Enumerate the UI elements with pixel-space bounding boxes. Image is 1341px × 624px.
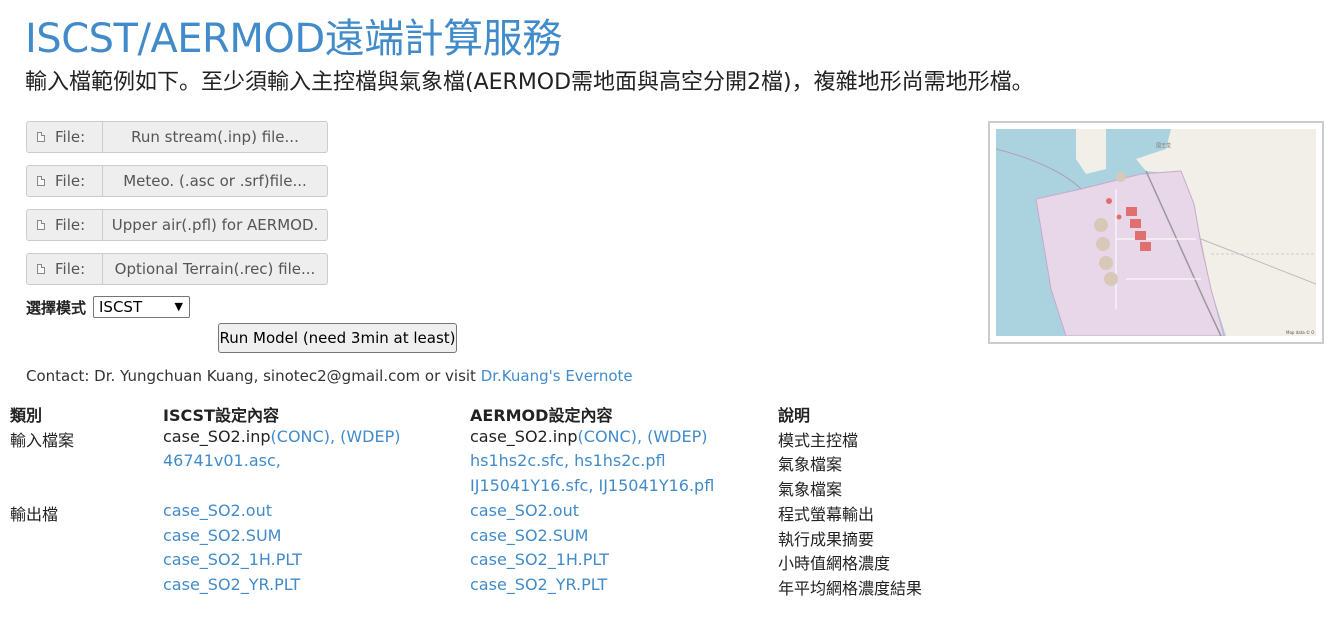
file-name: case_SO2.inp [470, 427, 578, 446]
file-prefix-label: File: [55, 260, 86, 278]
file-input-upper-air[interactable]: File: Upper air(.pfl) for AERMOD. [26, 209, 328, 241]
file-link[interactable]: 46741v01.asc, [163, 451, 281, 470]
row-desc: 模式主控檔 [778, 431, 859, 450]
file-link[interactable]: case_SO2_1H.PLT [163, 550, 302, 569]
file-icon [37, 176, 45, 186]
contact-line: Contact: Dr. Yungchuan Kuang, sinotec2@g… [26, 367, 633, 385]
file-placeholder[interactable]: Run stream(.inp) file... [103, 122, 327, 152]
file-prefix: File: [27, 166, 103, 196]
map-canvas[interactable]: 國王堂 Map data © O [996, 129, 1316, 336]
table-cell-iscst: case_SO2.inp(CONC), (WDEP) [163, 427, 401, 446]
file-prefix: File: [27, 122, 103, 152]
file-prefix: File: [27, 210, 103, 240]
file-placeholder[interactable]: Meteo. (.asc or .srf)file... [103, 166, 327, 196]
file-link[interactable]: case_SO2_1H.PLT [470, 550, 609, 569]
mode-selected-value: ISCST [99, 298, 143, 316]
mode-select[interactable]: ISCST ▼ [93, 296, 190, 318]
file-prefix-label: File: [55, 128, 86, 146]
mode-label: 選擇模式 [26, 299, 87, 317]
file-link[interactable]: case_SO2.SUM [470, 526, 588, 545]
row-category: 輸出檔 [10, 505, 59, 524]
file-prefix: File: [27, 254, 103, 284]
file-link[interactable]: hs1hs2c.sfc, hs1hs2c.pfl [470, 451, 666, 470]
file-link[interactable]: case_SO2.out [470, 501, 579, 520]
file-input-run-stream[interactable]: File: Run stream(.inp) file... [26, 121, 328, 153]
location-map: 國王堂 Map data © O [988, 121, 1324, 344]
file-placeholder[interactable]: Optional Terrain(.rec) file... [103, 254, 327, 284]
header-aermod: AERMOD設定內容 [470, 406, 613, 425]
table-cell-aermod: case_SO2.inp(CONC), (WDEP) [470, 427, 708, 446]
file-icon [37, 132, 45, 142]
file-prefix-label: File: [55, 216, 86, 234]
svg-text:Map data © O: Map data © O [1286, 330, 1314, 335]
svg-text:國王堂: 國王堂 [1156, 142, 1171, 149]
file-link[interactable]: (CONC), (WDEP) [578, 427, 708, 446]
file-link[interactable]: case_SO2_YR.PLT [470, 575, 607, 594]
file-link[interactable]: case_SO2_YR.PLT [163, 575, 300, 594]
row-desc: 小時值網格濃度 [778, 554, 891, 573]
row-category: 輸入檔案 [10, 431, 75, 450]
file-icon [37, 264, 45, 274]
evernote-link[interactable]: Dr.Kuang's Evernote [481, 367, 633, 385]
file-input-terrain[interactable]: File: Optional Terrain(.rec) file... [26, 253, 328, 285]
page-subtitle: 輸入檔範例如下。至少須輸入主控檔與氣象檔(AERMOD需地面與高空分開2檔)，複… [25, 70, 1034, 95]
file-placeholder[interactable]: Upper air(.pfl) for AERMOD. [103, 210, 327, 240]
row-desc: 執行成果摘要 [778, 530, 875, 549]
row-desc: 氣象檔案 [778, 455, 843, 474]
file-icon [37, 220, 45, 230]
header-category: 類別 [10, 406, 43, 425]
chevron-down-icon: ▼ [174, 300, 183, 313]
file-link[interactable]: (CONC), (WDEP) [271, 427, 401, 446]
file-input-meteo[interactable]: File: Meteo. (.asc or .srf)file... [26, 165, 328, 197]
header-desc: 說明 [778, 406, 811, 425]
file-link[interactable]: IJ15041Y16.sfc, IJ15041Y16.pfl [470, 476, 714, 495]
file-prefix-label: File: [55, 172, 86, 190]
file-link[interactable]: case_SO2.out [163, 501, 272, 520]
row-desc: 程式螢幕輸出 [778, 505, 875, 524]
map-graphic: 國王堂 Map data © O [996, 129, 1316, 336]
row-desc: 年平均網格濃度結果 [778, 579, 923, 598]
contact-text: Contact: Dr. Yungchuan Kuang, sinotec2@g… [26, 367, 481, 385]
file-name: case_SO2.inp [163, 427, 271, 446]
file-link[interactable]: case_SO2.SUM [163, 526, 281, 545]
header-iscst: ISCST設定內容 [163, 406, 279, 425]
page-title: ISCST/AERMOD遠端計算服務 [25, 16, 562, 62]
run-model-button[interactable]: Run Model (need 3min at least) [218, 323, 457, 353]
row-desc: 氣象檔案 [778, 480, 843, 499]
